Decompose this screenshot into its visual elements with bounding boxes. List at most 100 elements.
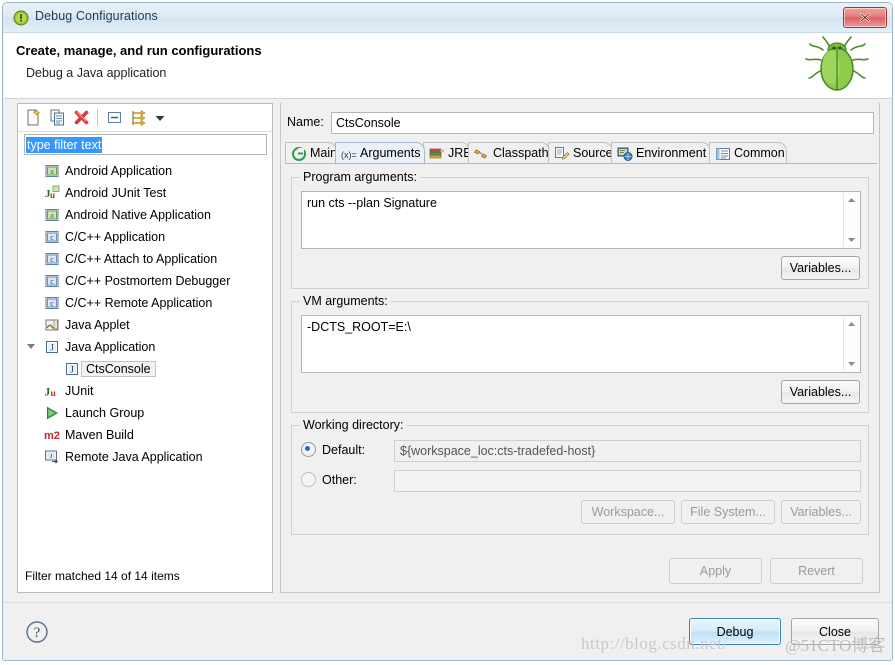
tree-item-android-application[interactable]: aAndroid Application (18, 160, 272, 182)
java-app-icon: J (44, 339, 60, 355)
vm-arguments-scrollbar[interactable] (843, 317, 859, 371)
android-app-icon: a (44, 207, 60, 223)
android-app-icon: a (44, 163, 60, 179)
working-directory-default-input[interactable]: ${workspace_loc:cts-tradefed-host} (394, 440, 861, 462)
close-button[interactable]: Close (791, 618, 879, 645)
vm-arguments-variables-button[interactable]: Variables... (781, 380, 860, 404)
svg-text:c: c (50, 277, 54, 286)
tree-item-label: CtsConsole (81, 361, 156, 377)
apply-button[interactable]: Apply (669, 558, 762, 584)
program-arguments-group: Program arguments: run cts --plan Signat… (291, 177, 869, 289)
source-tab-icon (554, 146, 569, 161)
configuration-tree[interactable]: aAndroid Application Ju Android JUnit Test… (18, 160, 272, 565)
program-arguments-variables-button[interactable]: Variables... (781, 256, 860, 280)
tab-label: Classpath (493, 146, 549, 160)
configuration-name-input[interactable] (331, 112, 874, 134)
tab-common[interactable]: Common (709, 142, 787, 163)
dialog-body: type filter text aAndroid Application Ju A… (3, 99, 893, 602)
tab-label: Source (573, 146, 613, 160)
collapse-all-icon[interactable] (105, 108, 124, 127)
c-app-icon: c (44, 295, 60, 311)
tree-item-label: C/C++ Postmortem Debugger (65, 274, 230, 288)
tab-source[interactable]: Source (548, 142, 613, 163)
tree-item-android-junit-test[interactable]: Ju Android JUnit Test (18, 182, 272, 204)
revert-button[interactable]: Revert (770, 558, 863, 584)
radio-other-icon[interactable] (301, 472, 316, 487)
common-tab-icon (715, 146, 730, 161)
filter-launch-configurations-icon[interactable] (129, 108, 148, 127)
scroll-up-icon[interactable] (844, 317, 859, 332)
help-question-icon[interactable]: ? (25, 620, 49, 644)
maven-icon: m2 (44, 427, 60, 443)
tree-item-remote-java-application[interactable]: J Remote Java Application (18, 446, 272, 468)
tree-item-java-applet[interactable]: Java Applet (18, 314, 272, 336)
scroll-down-icon[interactable] (844, 356, 859, 371)
tab-jre[interactable]: JRE (423, 142, 470, 163)
configuration-editor-panel: Name: Main(x)=ArgumentsJREClasspathSourc… (280, 103, 880, 593)
android-junit-icon: Ju (44, 185, 60, 201)
tree-item-maven-build[interactable]: m2 Maven Build (18, 424, 272, 446)
tree-item-label: Remote Java Application (65, 450, 203, 464)
tree-item-label: Java Application (65, 340, 155, 354)
vm-arguments-value: -DCTS_ROOT=E:\ (307, 320, 411, 334)
tab-main[interactable]: Main (285, 142, 337, 163)
working-directory-group: Working directory: Default: ${workspace_… (291, 425, 869, 535)
launch-group-icon (44, 405, 60, 421)
vm-arguments-textarea[interactable]: -DCTS_ROOT=E:\ (301, 315, 861, 373)
svg-text:c: c (50, 233, 54, 242)
filter-input-value: type filter text (26, 137, 102, 153)
program-arguments-scrollbar[interactable] (843, 193, 859, 247)
tab-environment[interactable]: Environment (611, 142, 711, 163)
working-directory-label: Working directory: (300, 418, 407, 432)
working-directory-workspace-button[interactable]: Workspace... (581, 500, 675, 524)
working-directory-filesystem-button[interactable]: File System... (681, 500, 775, 524)
scroll-up-icon[interactable] (844, 193, 859, 208)
tree-item-c-c-application[interactable]: cC/C++ Application (18, 226, 272, 248)
tree-item-java-application[interactable]: J Java Application (18, 336, 272, 358)
tree-item-label: Android JUnit Test (65, 186, 166, 200)
dialog-header: Create, manage, and run configurations D… (4, 33, 893, 99)
radio-default-icon[interactable] (301, 442, 316, 457)
tree-item-junit[interactable]: Ju JUnit (18, 380, 272, 402)
tree-item-label: Maven Build (65, 428, 134, 442)
svg-text:?: ? (34, 625, 41, 641)
duplicate-configuration-icon[interactable] (48, 108, 67, 127)
delete-configuration-icon[interactable] (72, 108, 91, 127)
tab-label: Main (310, 146, 337, 160)
toolbar-separator (97, 109, 98, 126)
remote-java-icon: J (44, 449, 60, 465)
working-directory-default-radio-row[interactable]: Default: (301, 442, 365, 457)
working-directory-other-input[interactable] (394, 470, 861, 492)
filter-input[interactable]: type filter text (24, 134, 267, 155)
tree-item-launch-group[interactable]: Launch Group (18, 402, 272, 424)
program-arguments-textarea[interactable]: run cts --plan Signature (301, 191, 861, 249)
tab-classpath[interactable]: Classpath (468, 142, 550, 163)
tree-item-c-c-attach-to-application[interactable]: cC/C++ Attach to Application (18, 248, 272, 270)
new-configuration-icon[interactable] (24, 108, 43, 127)
junit-icon: Ju (44, 383, 60, 399)
tree-item-c-c-remote-application[interactable]: cC/C++ Remote Application (18, 292, 272, 314)
header-subtitle: Debug a Java application (26, 66, 166, 80)
tree-expander-icon[interactable] (27, 344, 35, 349)
tree-item-ctsconsole[interactable]: JCtsConsole (18, 358, 272, 380)
window-title: Debug Configurations (35, 9, 158, 23)
working-directory-other-radio-row[interactable]: Other: (301, 472, 357, 487)
svg-text:u: u (51, 389, 57, 399)
tree-item-label: Java Applet (65, 318, 130, 332)
tree-item-android-native-application[interactable]: aAndroid Native Application (18, 204, 272, 226)
working-directory-variables-button[interactable]: Variables... (781, 500, 861, 524)
environment-tab-icon (617, 146, 632, 161)
svg-text:a: a (50, 211, 54, 220)
tree-item-label: JUnit (65, 384, 93, 398)
svg-text:J: J (50, 343, 54, 353)
tab-arguments[interactable]: (x)=Arguments (335, 142, 425, 163)
scroll-down-icon[interactable] (844, 232, 859, 247)
configuration-tabs[interactable]: Main(x)=ArgumentsJRE Classpath SourceEnvir… (285, 142, 877, 164)
tree-item-label: Launch Group (65, 406, 144, 420)
chevron-down-icon[interactable] (152, 108, 166, 127)
tree-item-c-c-postmortem-debugger[interactable]: c C/C++ Postmortem Debugger (18, 270, 272, 292)
program-arguments-label: Program arguments: (300, 170, 420, 184)
java-app-icon: J (64, 361, 80, 377)
debug-button[interactable]: Debug (689, 618, 781, 645)
close-window-button[interactable] (843, 7, 887, 28)
